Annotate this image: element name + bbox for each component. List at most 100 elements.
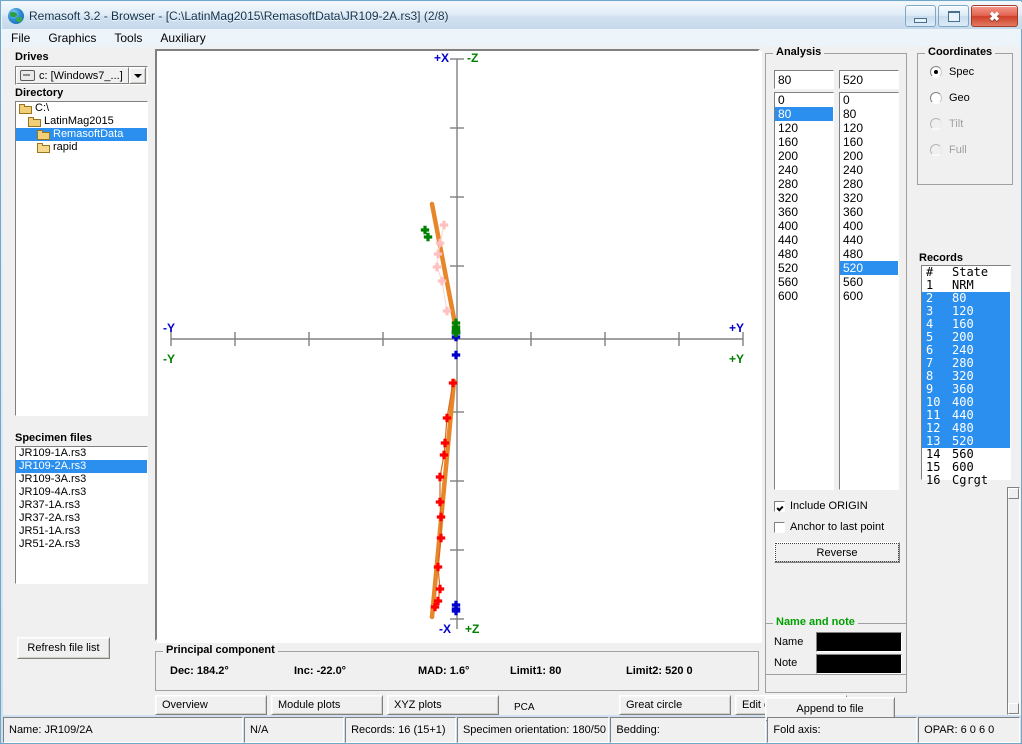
radio-disabled-icon bbox=[930, 118, 942, 130]
specimen-file-item[interactable]: JR51-1A.rs3 bbox=[16, 525, 147, 538]
plot-axes bbox=[170, 58, 744, 629]
menu-graphics[interactable]: Graphics bbox=[39, 30, 105, 46]
name-input[interactable] bbox=[816, 632, 902, 652]
menu-tools[interactable]: Tools bbox=[105, 30, 151, 46]
tab-pca[interactable]: PCA bbox=[503, 695, 615, 715]
specimen-file-item[interactable]: JR37-2A.rs3 bbox=[16, 512, 147, 525]
specimen-file-item[interactable]: JR109-1A.rs3 bbox=[16, 447, 147, 460]
axis-label-right-y-h: +Y bbox=[729, 321, 744, 335]
analysis-limit2-item[interactable]: 120 bbox=[840, 121, 898, 135]
records-scrollbar[interactable] bbox=[1007, 487, 1020, 715]
title-bar[interactable]: Remasoft 3.2 - Browser - [C:\LatinMag201… bbox=[2, 2, 1022, 29]
directory-list[interactable]: C:\ LatinMag2015 RemasoftData rapid bbox=[15, 101, 148, 416]
analysis-limit1-item[interactable]: 120 bbox=[775, 121, 833, 135]
drive-select[interactable]: c: [Windows7_...] bbox=[15, 66, 148, 85]
analysis-limit1-list[interactable]: 0 80 120 160 200 240 280 320 360 400 440 480 520 560 6… bbox=[774, 92, 834, 490]
specimen-file-item[interactable]: JR109-2A.rs3 bbox=[16, 460, 147, 473]
records-row[interactable]: 1 NRM bbox=[922, 279, 1010, 292]
axis-label-bottom-x: -X bbox=[439, 622, 451, 636]
analysis-limit2-item[interactable]: 240 bbox=[840, 163, 898, 177]
coordinate-option-geo[interactable]: Geo bbox=[930, 92, 970, 104]
analysis-limit1-item[interactable]: 320 bbox=[775, 191, 833, 205]
data-point-selected-lower bbox=[436, 512, 446, 522]
maximize-button[interactable] bbox=[938, 5, 969, 27]
tab-xyz-plots[interactable]: XYZ plots bbox=[387, 695, 499, 715]
specimen-file-item[interactable]: JR109-3A.rs3 bbox=[16, 473, 147, 486]
data-point-horizontal-projection bbox=[451, 350, 461, 360]
tab-module-plots[interactable]: Module plots bbox=[271, 695, 383, 715]
close-button[interactable]: ✖ bbox=[971, 5, 1018, 27]
maximize-icon bbox=[947, 10, 960, 22]
record-state: Cgrgt bbox=[952, 473, 989, 487]
menu-auxiliary[interactable]: Auxiliary bbox=[151, 30, 214, 46]
view-tabs: Overview Module plots XYZ plots PCA Great ci… bbox=[155, 695, 851, 715]
analysis-limit2-item[interactable]: 0 bbox=[840, 93, 898, 107]
analysis-limit2-item[interactable]: 600 bbox=[840, 289, 898, 303]
scroll-up-icon[interactable] bbox=[1008, 488, 1019, 499]
analysis-limit2-item[interactable]: 400 bbox=[840, 219, 898, 233]
analysis-limit2-item[interactable]: 200 bbox=[840, 149, 898, 163]
coordinate-option-spec[interactable]: Spec bbox=[930, 66, 974, 78]
analysis-limit1-item[interactable]: 480 bbox=[775, 247, 833, 261]
refresh-file-list-button[interactable]: Refresh file list bbox=[17, 637, 110, 659]
status-opar: OPAR: 6 0 6 0 bbox=[918, 717, 1020, 743]
window-frame: Remasoft 3.2 - Browser - [C:\LatinMag201… bbox=[0, 0, 1022, 744]
pca-plot-panel[interactable]: +X -Z -Y -Y +Y +Y -X +Z bbox=[155, 49, 762, 643]
records-row[interactable]: 16 Cgrgt bbox=[922, 474, 1010, 487]
tab-great-circle[interactable]: Great circle bbox=[619, 695, 731, 715]
analysis-limit1-item[interactable]: 280 bbox=[775, 177, 833, 191]
analysis-limit2-item[interactable]: 520 bbox=[840, 261, 898, 275]
pc-inc: Inc: -22.0° bbox=[288, 662, 408, 679]
analysis-limit1-item[interactable]: 520 bbox=[775, 261, 833, 275]
directory-item[interactable]: LatinMag2015 bbox=[16, 115, 147, 128]
analysis-limit1-item[interactable]: 400 bbox=[775, 219, 833, 233]
analysis-limit1-item[interactable]: 440 bbox=[775, 233, 833, 247]
analysis-limit1-item[interactable]: 600 bbox=[775, 289, 833, 303]
analysis-limit1-item[interactable]: 240 bbox=[775, 163, 833, 177]
analysis-limit1-item[interactable]: 160 bbox=[775, 135, 833, 149]
principal-component-group: Principal component Dec: 184.2° Inc: -22… bbox=[155, 644, 759, 691]
directory-item[interactable]: C:\ bbox=[16, 102, 147, 115]
analysis-limit2-item[interactable]: 480 bbox=[840, 247, 898, 261]
analysis-limit2-item[interactable]: 160 bbox=[840, 135, 898, 149]
drive-icon bbox=[20, 70, 35, 81]
plot-axis-labels: +X -Z -Y -Y +Y +Y -X +Z bbox=[163, 51, 744, 636]
records-list[interactable]: # State 1 NRM 2 80 3 120 4 160 5 200 6 240 7 280 8 320 9 36… bbox=[921, 265, 1011, 487]
specimen-file-list[interactable]: JR109-1A.rs3 JR109-2A.rs3 JR109-3A.rs3 JR10… bbox=[15, 446, 148, 584]
analysis-limit1-item[interactable]: 560 bbox=[775, 275, 833, 289]
analysis-limit2-item[interactable]: 360 bbox=[840, 205, 898, 219]
analysis-limit2-item[interactable]: 80 bbox=[840, 107, 898, 121]
analysis-limit2-input[interactable]: 520 bbox=[839, 70, 899, 89]
minimize-button[interactable] bbox=[905, 5, 936, 27]
note-label: Note bbox=[774, 657, 798, 669]
menu-bar: File Graphics Tools Auxiliary bbox=[2, 29, 1022, 47]
coordinates-group: Coordinates Spec Geo Tilt Full bbox=[917, 46, 1013, 185]
tab-overview[interactable]: Overview bbox=[155, 695, 267, 715]
analysis-limit2-item[interactable]: 280 bbox=[840, 177, 898, 191]
specimen-file-item[interactable]: JR109-4A.rs3 bbox=[16, 486, 147, 499]
anchor-last-point-label: Anchor to last point bbox=[790, 521, 885, 533]
analysis-limit1-item[interactable]: 360 bbox=[775, 205, 833, 219]
chevron-down-icon[interactable] bbox=[129, 67, 146, 84]
specimen-file-item[interactable]: JR51-2A.rs3 bbox=[16, 538, 147, 551]
coordinate-option-full-label: Full bbox=[949, 144, 967, 156]
anchor-last-point-checkbox[interactable]: Anchor to last point bbox=[774, 521, 884, 533]
include-origin-checkbox[interactable]: Include ORIGIN bbox=[774, 500, 868, 512]
scroll-down-icon[interactable] bbox=[1008, 703, 1019, 714]
analysis-limit2-item[interactable]: 560 bbox=[840, 275, 898, 289]
analysis-limit1-item[interactable]: 80 bbox=[775, 107, 833, 121]
directory-item[interactable]: rapid bbox=[16, 141, 147, 154]
analysis-limit2-list[interactable]: 0 80 120 160 200 240 280 320 360 400 440 480 520 560 6… bbox=[839, 92, 899, 490]
note-input[interactable] bbox=[816, 654, 902, 674]
analysis-limit1-item[interactable]: 200 bbox=[775, 149, 833, 163]
records-label: Records bbox=[919, 252, 964, 264]
directory-item[interactable]: RemasoftData bbox=[16, 128, 147, 141]
menu-file[interactable]: File bbox=[2, 30, 39, 46]
pca-plot-canvas[interactable]: +X -Z -Y -Y +Y +Y -X +Z bbox=[157, 51, 762, 643]
analysis-limit2-item[interactable]: 320 bbox=[840, 191, 898, 205]
reverse-button[interactable]: Reverse bbox=[774, 542, 900, 563]
analysis-limit1-item[interactable]: 0 bbox=[775, 93, 833, 107]
analysis-limit2-item[interactable]: 440 bbox=[840, 233, 898, 247]
specimen-file-item[interactable]: JR37-1A.rs3 bbox=[16, 499, 147, 512]
analysis-limit1-input[interactable]: 80 bbox=[774, 70, 834, 89]
